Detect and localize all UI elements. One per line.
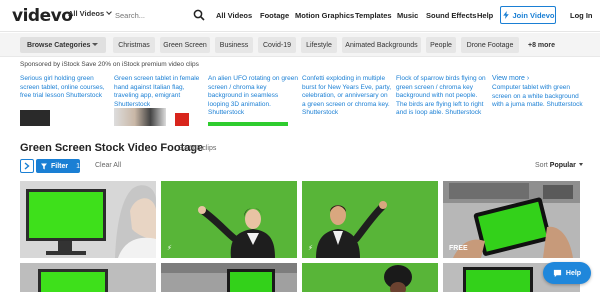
sort-dropdown[interactable]: Sort Popular [535, 162, 583, 169]
chip-drone-footage[interactable]: Drone Footage [461, 37, 519, 53]
video-thumbnail [161, 263, 297, 292]
sponsored-card[interactable]: Flock of sparrow birds flying on green s… [396, 75, 486, 125]
sponsored-thumbnail[interactable] [20, 110, 50, 126]
filter-bar: Filter 1 Clear All Sort Popular [0, 157, 600, 177]
chip-animated-backgrounds[interactable]: Animated Backgrounds [342, 37, 421, 53]
nav-templates[interactable]: Templates [355, 11, 392, 20]
monitor-thumbnail [20, 181, 156, 258]
premium-badge: ⚡ [167, 245, 172, 252]
video-thumbnail [302, 263, 438, 292]
nav-motion-graphics[interactable]: Motion Graphics [295, 11, 354, 20]
chip-lifestyle[interactable]: Lifestyle [301, 37, 337, 53]
search-category-select[interactable]: All Videos [68, 9, 112, 18]
video-tile[interactable]: ⚡ [161, 181, 297, 258]
clear-all-link[interactable]: Clear All [95, 162, 121, 169]
nav-all-videos[interactable]: All Videos [216, 11, 252, 20]
help-label: Help [565, 269, 582, 277]
caret-down-icon [92, 43, 98, 46]
sponsored-card[interactable]: An alien UFO rotating on green screen / … [208, 75, 298, 125]
search-input[interactable] [115, 7, 187, 23]
sponsored-card[interactable]: Confetti exploding in multiple burst for… [302, 75, 392, 125]
videvo-logo[interactable]: videvo [12, 6, 73, 26]
more-categories-button[interactable]: +8 more [528, 37, 555, 53]
bolt-icon [502, 11, 509, 19]
businesswoman-thumbnail [161, 181, 297, 258]
nav-music[interactable]: Music [397, 11, 418, 20]
filter-count-badge: 1 [76, 162, 80, 170]
premium-badge: ⚡ [308, 245, 313, 252]
join-button[interactable]: Join Videvo [500, 6, 556, 24]
help-button[interactable]: Help [543, 262, 591, 284]
sponsored-thumbnail[interactable] [114, 108, 166, 126]
video-thumbnail [20, 263, 156, 292]
businessman-thumbnail [302, 181, 438, 258]
sort-label: Sort [535, 162, 548, 169]
chat-bubble-icon [553, 269, 562, 277]
nav-footage[interactable]: Footage [260, 11, 289, 20]
video-tile[interactable] [161, 263, 297, 292]
nav-help[interactable]: Help [477, 11, 493, 20]
clip-count: 33,603 clips [179, 145, 217, 152]
nav-sound-effects[interactable]: Sound Effects [426, 11, 476, 20]
free-badge: FREE [449, 245, 468, 252]
category-bar: Browse Categories Christmas Green Screen… [0, 33, 600, 57]
video-tile[interactable]: ⚡ [302, 181, 438, 258]
sponsored-thumbnail[interactable] [208, 122, 288, 126]
video-tile[interactable] [20, 181, 156, 258]
join-label: Join Videvo [512, 10, 555, 20]
chip-people[interactable]: People [426, 37, 456, 53]
video-tile[interactable] [20, 263, 156, 292]
filter-icon [41, 163, 47, 169]
filter-label: Filter [50, 162, 69, 170]
chip-business[interactable]: Business [215, 37, 253, 53]
sort-value: Popular [549, 162, 576, 169]
sponsored-label: Sponsored by iStock Save 20% on iStock p… [20, 61, 199, 68]
search-icon[interactable] [193, 9, 205, 21]
page-title: Green Screen Stock Video Footage [20, 142, 204, 154]
view-more-link[interactable]: View more › [492, 75, 529, 82]
filter-toggle-button[interactable] [20, 159, 34, 173]
chip-green-screen[interactable]: Green Screen [160, 37, 210, 53]
browse-categories-button[interactable]: Browse Categories [20, 37, 106, 53]
chevron-down-icon [106, 9, 112, 15]
sponsored-card[interactable]: Computer tablet with green screen on a w… [492, 84, 586, 124]
caret-down-icon [578, 163, 583, 166]
top-header: videvo All Videos All Videos Footage Mot… [0, 0, 600, 32]
chip-covid-19[interactable]: Covid-19 [258, 37, 296, 53]
chip-christmas[interactable]: Christmas [113, 37, 155, 53]
search-category-label: All Videos [68, 9, 105, 18]
chevron-right-icon [24, 162, 30, 170]
login-link[interactable]: Log In [570, 11, 593, 20]
filter-button[interactable]: Filter 1 [36, 159, 80, 173]
video-tile[interactable]: FREE [443, 181, 580, 258]
browse-categories-label: Browse Categories [27, 41, 91, 49]
video-tile[interactable] [302, 263, 438, 292]
sponsored-thumbnail[interactable] [175, 113, 189, 126]
